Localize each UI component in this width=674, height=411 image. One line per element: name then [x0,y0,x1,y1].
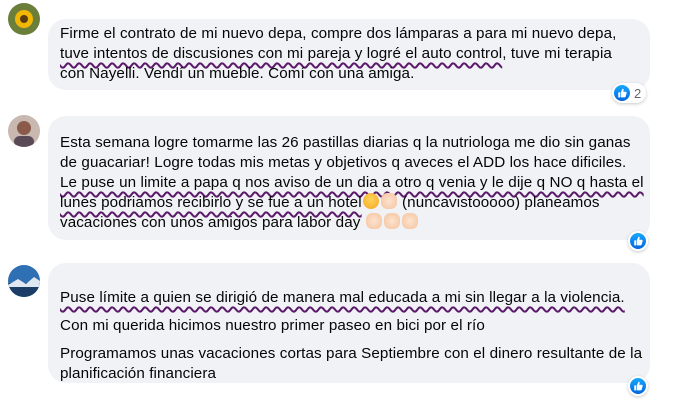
like-icon [630,378,646,394]
comment-text-line: con Nayelli. Vendí un mueble. Comí con u… [60,65,415,82]
commenter-avatar[interactable] [8,115,40,147]
commenter-avatar[interactable] [8,265,40,297]
comment-text-line: Puse límite a quien se dirigió de manera… [60,288,638,308]
comment-text-line: Programamos unas vacaciones cortas para … [60,345,643,362]
comment-text-line: Le puse un limite a papa q nos aviso de … [60,173,644,193]
comment-bubble: Firme el contrato de mi nuevo depa, comp… [48,19,650,90]
comment-text-line: vacaciones con unos amigos para labor da… [60,213,638,233]
clapping-hands-emoji-icon [365,213,382,229]
comment-bubble: Esta semana logre tomarme las 26 pastill… [48,116,650,240]
clapping-hands-emoji-icon [383,213,400,229]
reaction-badge[interactable] [628,376,648,396]
reaction-badge[interactable] [628,231,648,251]
flushed-face-emoji-icon [362,193,379,209]
comment-text-line: Firme el contrato de mi nuevo depa, comp… [60,25,617,42]
comment-text-line: Esta semana logre tomarme las 26 pastill… [60,134,631,151]
underlined-text: Le puse un limite a papa q nos aviso de … [60,174,644,191]
commenter-avatar[interactable] [8,3,40,35]
like-icon [630,233,646,249]
comment-text-line: tuve intentos de discusiones con mi pare… [60,45,612,62]
like-icon [614,85,630,101]
comment-text-line: de guacariar! Logre todas mis metas y ob… [60,154,627,171]
comment-text-line: lunes podriamos recibirlo y se fue a un … [60,193,600,211]
comment-text-line: planificación financiera [60,365,217,382]
reaction-count: 2 [634,85,642,101]
comment-text-line: Con mi querida hicimos nuestro primer pa… [60,317,485,334]
underlined-text: tuve intentos de discusiones con mi pare… [60,45,503,62]
clapping-hands-emoji-icon [401,213,418,229]
raised-hands-emoji-icon [380,193,397,209]
reaction-badge[interactable]: 2 [612,83,647,103]
underlined-text: Puse límite a quien se dirigió de manera… [60,289,625,306]
underlined-text: lunes podriamos recibirlo y se fue a un … [60,194,362,211]
comment-bubble: Puse límite a quien se dirigió de manera… [48,263,650,383]
